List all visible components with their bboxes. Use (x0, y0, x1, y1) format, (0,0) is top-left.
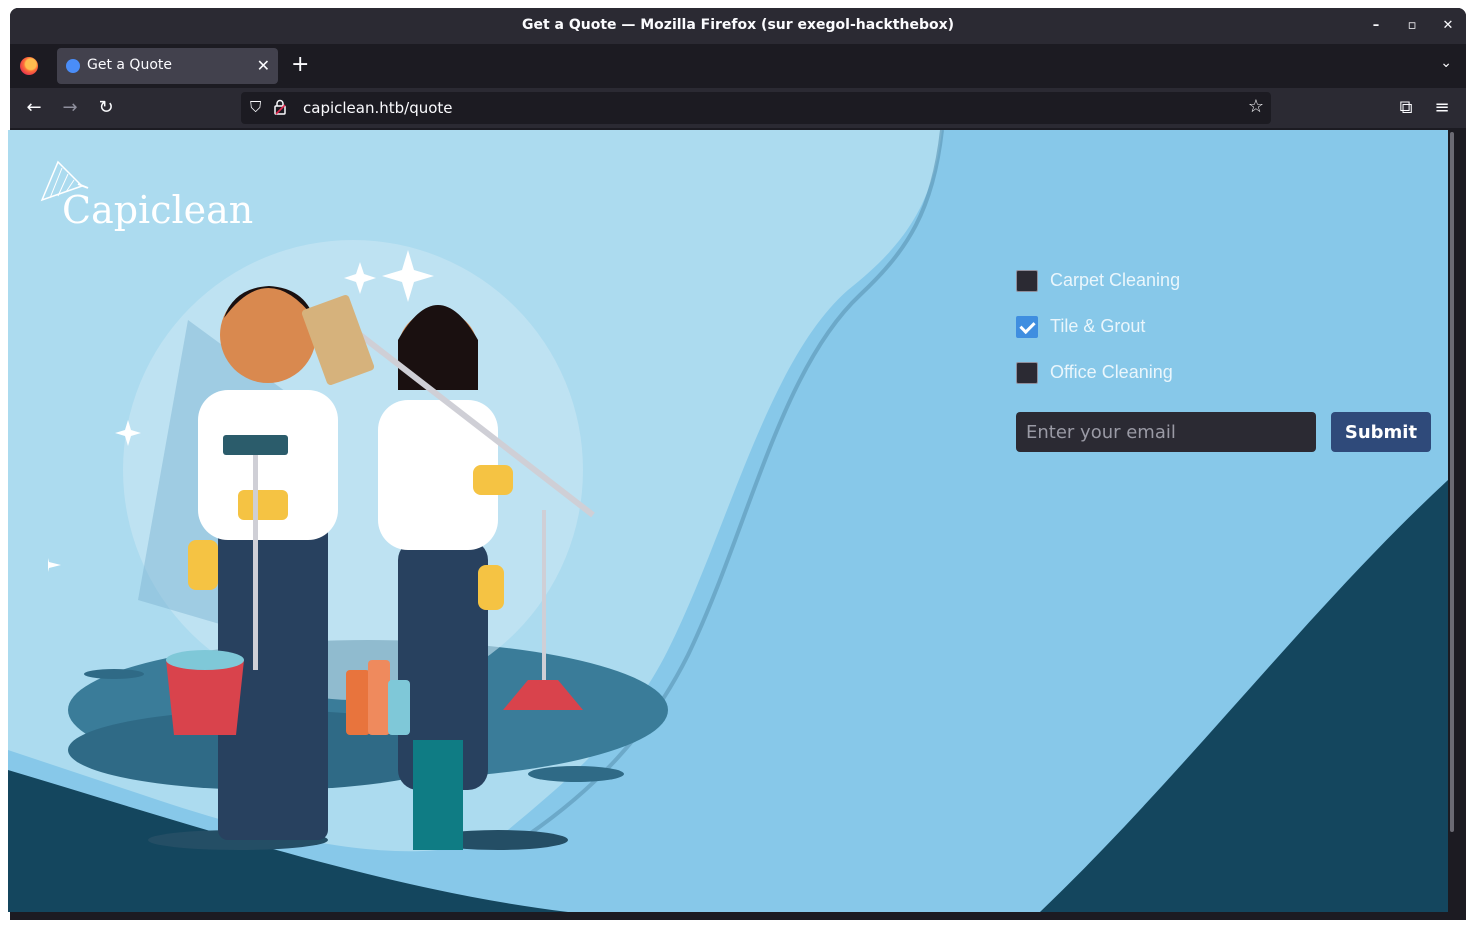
carpet-cleaning-checkbox[interactable] (1016, 270, 1038, 292)
office-cleaning-label[interactable]: Office Cleaning (1050, 362, 1173, 383)
firefox-icon[interactable] (20, 57, 38, 75)
page-content: Capiclean Carpet Cleaning Tile & Grout O… (8, 130, 1448, 912)
window-title: Get a Quote — Mozilla Firefox (sur exego… (521, 17, 955, 33)
carpet-cleaning-label[interactable]: Carpet Cleaning (1050, 270, 1180, 291)
forward-button[interactable]: → (58, 96, 82, 120)
tab-get-a-quote[interactable]: Get a Quote ✕ (57, 48, 278, 84)
new-tab-button[interactable]: + (291, 52, 309, 77)
office-cleaning-checkbox[interactable] (1016, 362, 1038, 384)
url-text[interactable]: capiclean.htb/quote (303, 99, 453, 117)
title-bar: Get a Quote — Mozilla Firefox (sur exego… (10, 8, 1466, 44)
app-menu-button[interactable]: ≡ (1430, 96, 1454, 120)
close-window-button[interactable]: ✕ (1438, 16, 1458, 36)
globe-icon (66, 59, 80, 73)
shield-icon[interactable]: ⛉ (250, 98, 261, 116)
tile-grout-checkbox[interactable] (1016, 316, 1038, 338)
navigation-bar: ← → ↻ ⛉ capiclean.htb/quote ☆ ⧉ ≡ (10, 88, 1466, 128)
submit-button[interactable]: Submit (1331, 412, 1431, 452)
cleaners-illustration (48, 250, 595, 850)
back-button[interactable]: ← (22, 96, 46, 120)
tab-label: Get a Quote (87, 57, 172, 73)
reload-button[interactable]: ↻ (94, 96, 118, 120)
minimize-button[interactable]: – (1366, 16, 1386, 36)
lock-icon[interactable] (274, 99, 286, 115)
maximize-button[interactable]: ▫ (1402, 16, 1422, 36)
close-tab-icon[interactable]: ✕ (257, 56, 270, 75)
extensions-button[interactable]: ⧉ (1394, 96, 1418, 120)
list-tabs-button[interactable]: ⌄ (1440, 55, 1452, 71)
logo-text: Capiclean (62, 188, 254, 232)
tab-strip: Get a Quote ✕ + ⌄ (10, 44, 1466, 88)
url-bar[interactable]: ⛉ capiclean.htb/quote ☆ (241, 92, 1271, 124)
bookmark-star-icon[interactable]: ☆ (1248, 96, 1264, 117)
tile-grout-label[interactable]: Tile & Grout (1050, 316, 1145, 337)
scrollbar-thumb[interactable] (1450, 132, 1454, 832)
email-input[interactable] (1016, 412, 1316, 452)
